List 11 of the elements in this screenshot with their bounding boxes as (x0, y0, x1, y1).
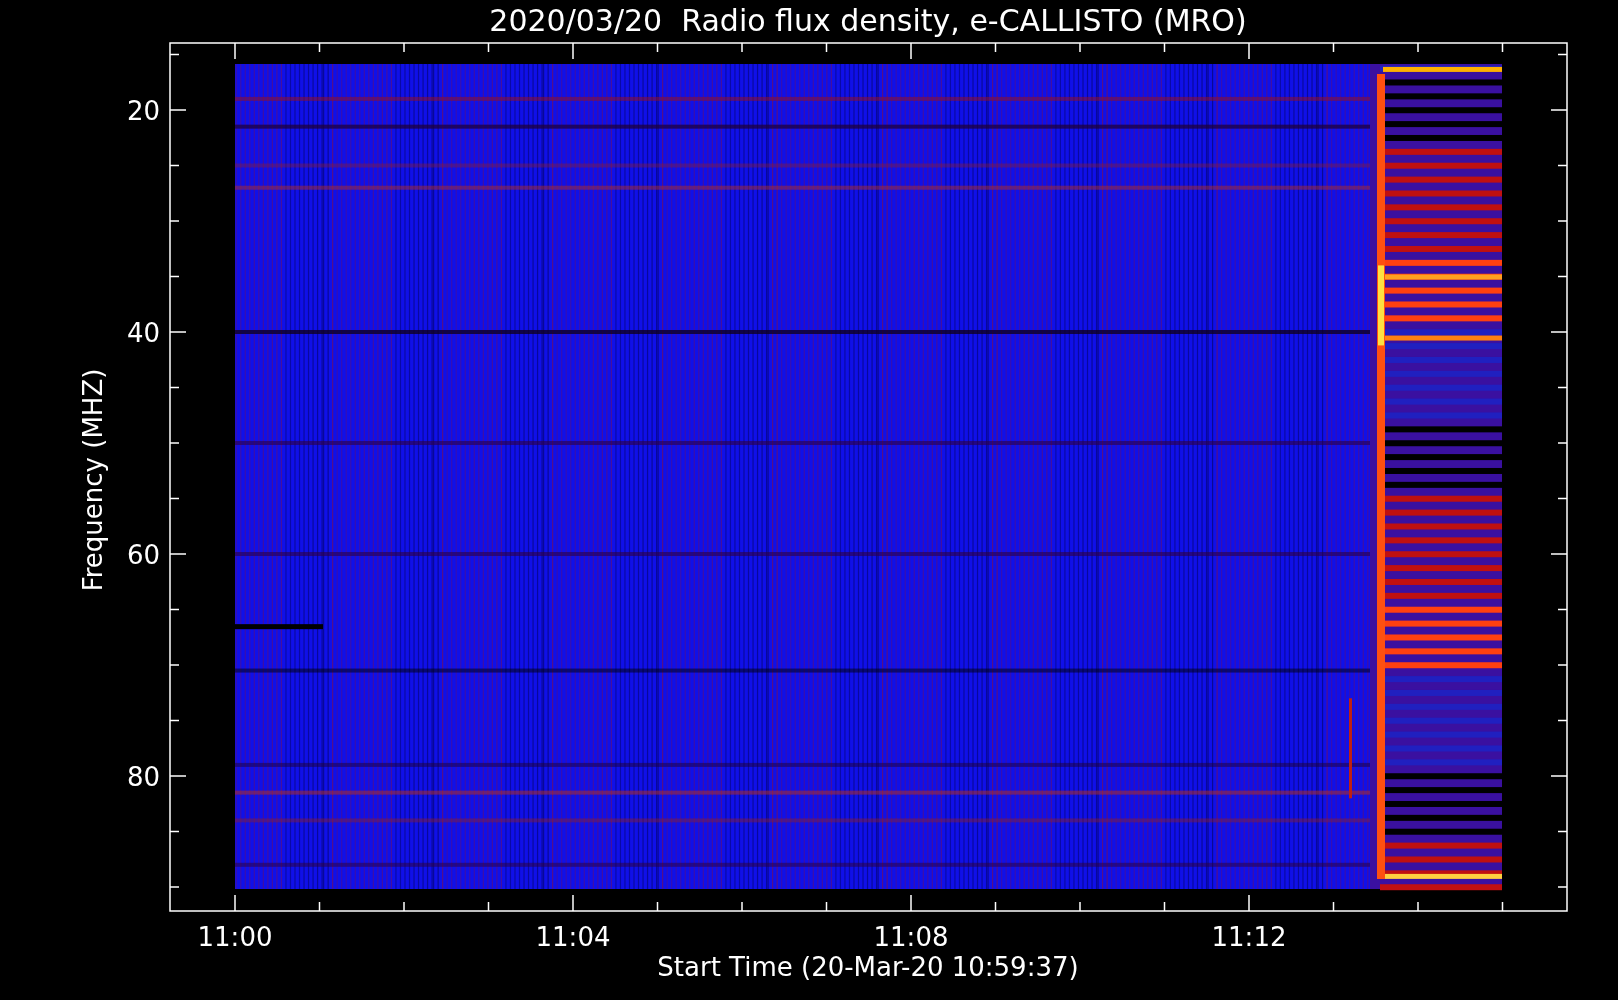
x-tick-label: 11:00 (197, 922, 273, 952)
x-tick-label: 11:04 (535, 922, 611, 952)
y-tick-label: 60 (126, 540, 160, 570)
x-tick-label: 11:08 (873, 922, 949, 952)
x-tick-label: 11:12 (1211, 922, 1287, 952)
y-tick-label: 40 (126, 318, 160, 348)
y-tick-label: 80 (126, 762, 160, 792)
y-tick-label: 20 (126, 96, 160, 126)
x-axis-label: Start Time (20-Mar-20 10:59:37) (657, 952, 1079, 982)
y-axis-label: Frequency (MHZ) (78, 368, 108, 592)
plot-title: 2020/03/20 Radio flux density, e-CALLISTO (MRO) (489, 3, 1247, 38)
